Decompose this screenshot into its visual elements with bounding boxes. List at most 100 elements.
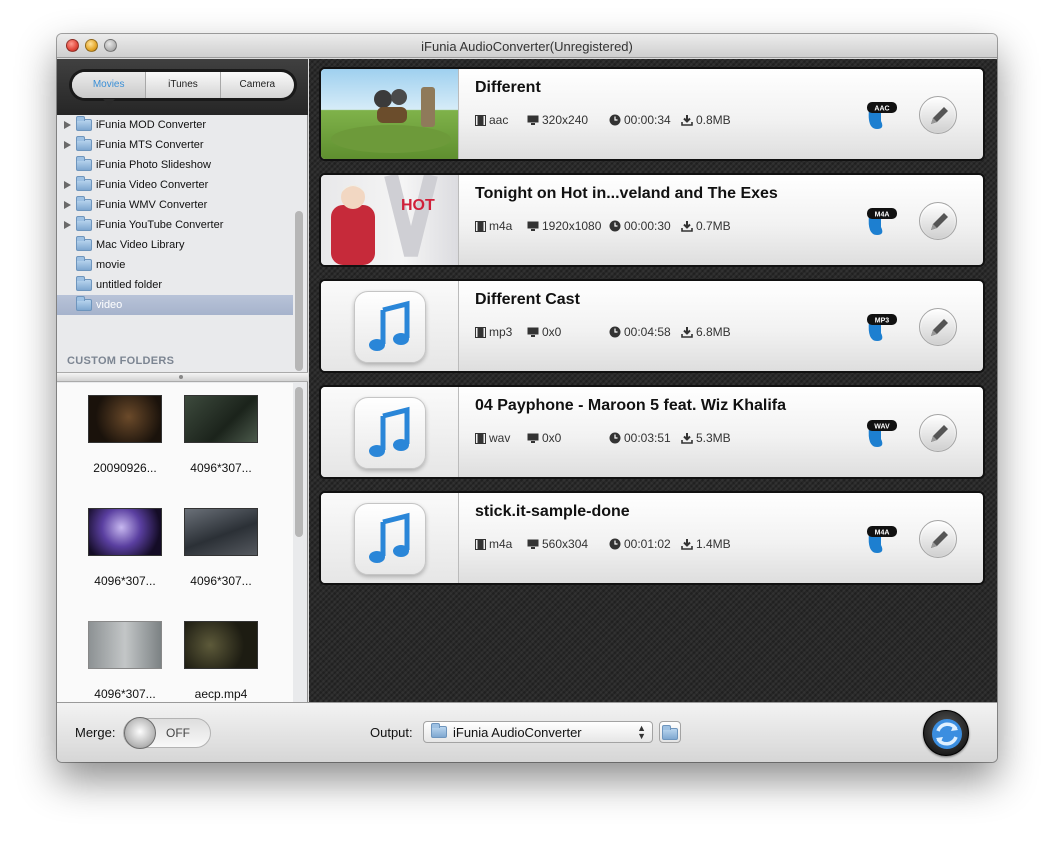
sidebar: Movies iTunes Camera iFunia MOD Converte… [57,59,308,702]
folder-tree-scrollbar[interactable] [295,119,303,371]
badge-text: M4A [875,530,890,537]
file-card[interactable]: Different Cast mp3 0x0 00:04:58 6.8MB MP… [319,279,985,373]
size-info: 6.8MB [681,325,731,339]
thumbnail-caption: 4096*307... [190,574,252,588]
folder-item[interactable]: iFunia Photo Slideshow [57,155,293,175]
badge-text: MP3 [875,318,890,325]
tab-movies[interactable]: Movies [72,72,147,98]
disclosure-triangle-icon[interactable] [64,121,71,129]
app-window: iFunia AudioConverter(Unregistered) Movi… [57,34,997,762]
scrollbar-thumb[interactable] [295,387,303,537]
thumbnail-item[interactable]: 4096*307... [171,496,267,606]
pencil-icon [931,425,948,442]
download-icon [681,539,693,550]
thumbnail-grid-scrollbar[interactable] [295,387,303,697]
thumbnail-item[interactable]: 4096*307... [75,496,171,606]
browse-folder-button[interactable] [659,721,681,743]
disclosure-triangle-icon[interactable] [64,201,71,209]
file-thumbnail [321,69,459,159]
disclosure-triangle-icon[interactable] [64,181,71,189]
output-format-badge[interactable]: AAC [863,99,899,133]
edit-button[interactable] [919,96,957,134]
thumbnail-grid: 20090926... 4096*307... 4096*307... 4096… [57,383,293,702]
folder-label: iFunia Video Converter [96,179,209,191]
monitor-icon [527,221,539,231]
music-note-icon [369,300,410,351]
file-name: Different [475,79,541,96]
download-icon [681,115,693,126]
merge-toggle[interactable]: OFF [123,717,211,749]
folder-icon [76,176,92,191]
thumbnail-item[interactable]: 4096*307... [171,383,267,493]
toggle-knob[interactable] [124,717,156,749]
resolution-info: 1920x1080 [527,219,601,233]
monitor-icon [527,327,539,337]
source-tabs-bar: Movies iTunes Camera [57,59,308,115]
folder-item[interactable]: Mac Video Library [57,235,293,255]
convert-icon [932,719,962,749]
merge-label: Merge: [75,725,116,740]
folder-item[interactable]: iFunia Video Converter [57,175,293,195]
file-card[interactable]: HOT Tonight on Hot in...veland and The E… [319,173,985,267]
monitor-icon [527,433,539,443]
disclosure-triangle-icon[interactable] [64,221,71,229]
thumbnail-item[interactable]: 20090926... [75,383,171,493]
edit-button[interactable] [919,202,957,240]
splitter-handle-icon[interactable] [179,375,183,379]
clock-icon [609,538,621,550]
output-format-badge[interactable]: MP3 [863,311,899,345]
size-info: 0.8MB [681,113,731,127]
edit-button[interactable] [919,308,957,346]
edit-button[interactable] [919,520,957,558]
cartoon-scene-image [331,87,451,153]
file-card[interactable]: Different aac 320x240 00:00:34 0.8MB AAC [319,67,985,161]
tab-itunes[interactable]: iTunes [146,72,221,98]
file-card[interactable]: 04 Payphone - Maroon 5 feat. Wiz Khalifa… [319,385,985,479]
format-info: m4a [475,219,512,233]
format-info: m4a [475,537,512,551]
clock-icon [609,220,621,232]
disclosure-triangle-icon[interactable] [64,141,71,149]
film-icon [475,221,486,232]
output-folder-value: iFunia AudioConverter [453,725,582,740]
folder-item[interactable]: iFunia WMV Converter [57,195,293,215]
file-name: stick.it-sample-done [475,503,630,520]
edit-button[interactable] [919,414,957,452]
thumbnail-item[interactable]: 4096*307... [75,609,171,702]
clock-icon [609,326,621,338]
thumbnail-item[interactable]: aecp.mp4 [171,609,267,702]
badge-text: M4A [875,212,890,219]
scrollbar-thumb[interactable] [295,211,303,371]
music-note-icon [369,406,410,457]
folder-icon [431,723,447,738]
file-list: Different aac 320x240 00:00:34 0.8MB AAC… [309,59,997,702]
duration-info: 00:03:51 [609,431,671,445]
output-format-badge[interactable]: M4A [863,205,899,239]
format-info: aac [475,113,508,127]
folder-item[interactable]: untitled folder [57,275,293,295]
tab-camera[interactable]: Camera [221,72,294,98]
folder-label: video [96,299,123,311]
video-thumbnail [88,621,162,669]
duration-info: 00:04:58 [609,325,671,339]
folder-item[interactable]: iFunia MTS Converter [57,135,293,155]
select-arrows-icon: ▲ ▼ [637,723,646,741]
output-format-badge[interactable]: M4A [863,523,899,557]
folder-item-selected[interactable]: video [57,295,293,315]
folder-icon [76,236,92,251]
convert-button[interactable] [923,710,969,756]
resolution-info: 0x0 [527,431,561,445]
output-folder-select[interactable]: iFunia AudioConverter ▲ ▼ [423,721,653,743]
video-thumbnail [88,395,162,443]
output-format-badge[interactable]: WAV [863,417,899,451]
pane-splitter[interactable] [57,372,308,382]
file-name: Different Cast [475,291,580,308]
folder-item[interactable]: iFunia YouTube Converter [57,215,293,235]
folder-item[interactable]: movie [57,255,293,275]
folder-item[interactable]: iFunia MOD Converter [57,115,293,135]
folder-label: untitled folder [96,279,163,291]
music-file-icon [354,291,426,363]
folder-icon [76,256,92,271]
folder-label: iFunia WMV Converter [96,199,208,211]
file-card[interactable]: stick.it-sample-done m4a 560x304 00:01:0… [319,491,985,585]
